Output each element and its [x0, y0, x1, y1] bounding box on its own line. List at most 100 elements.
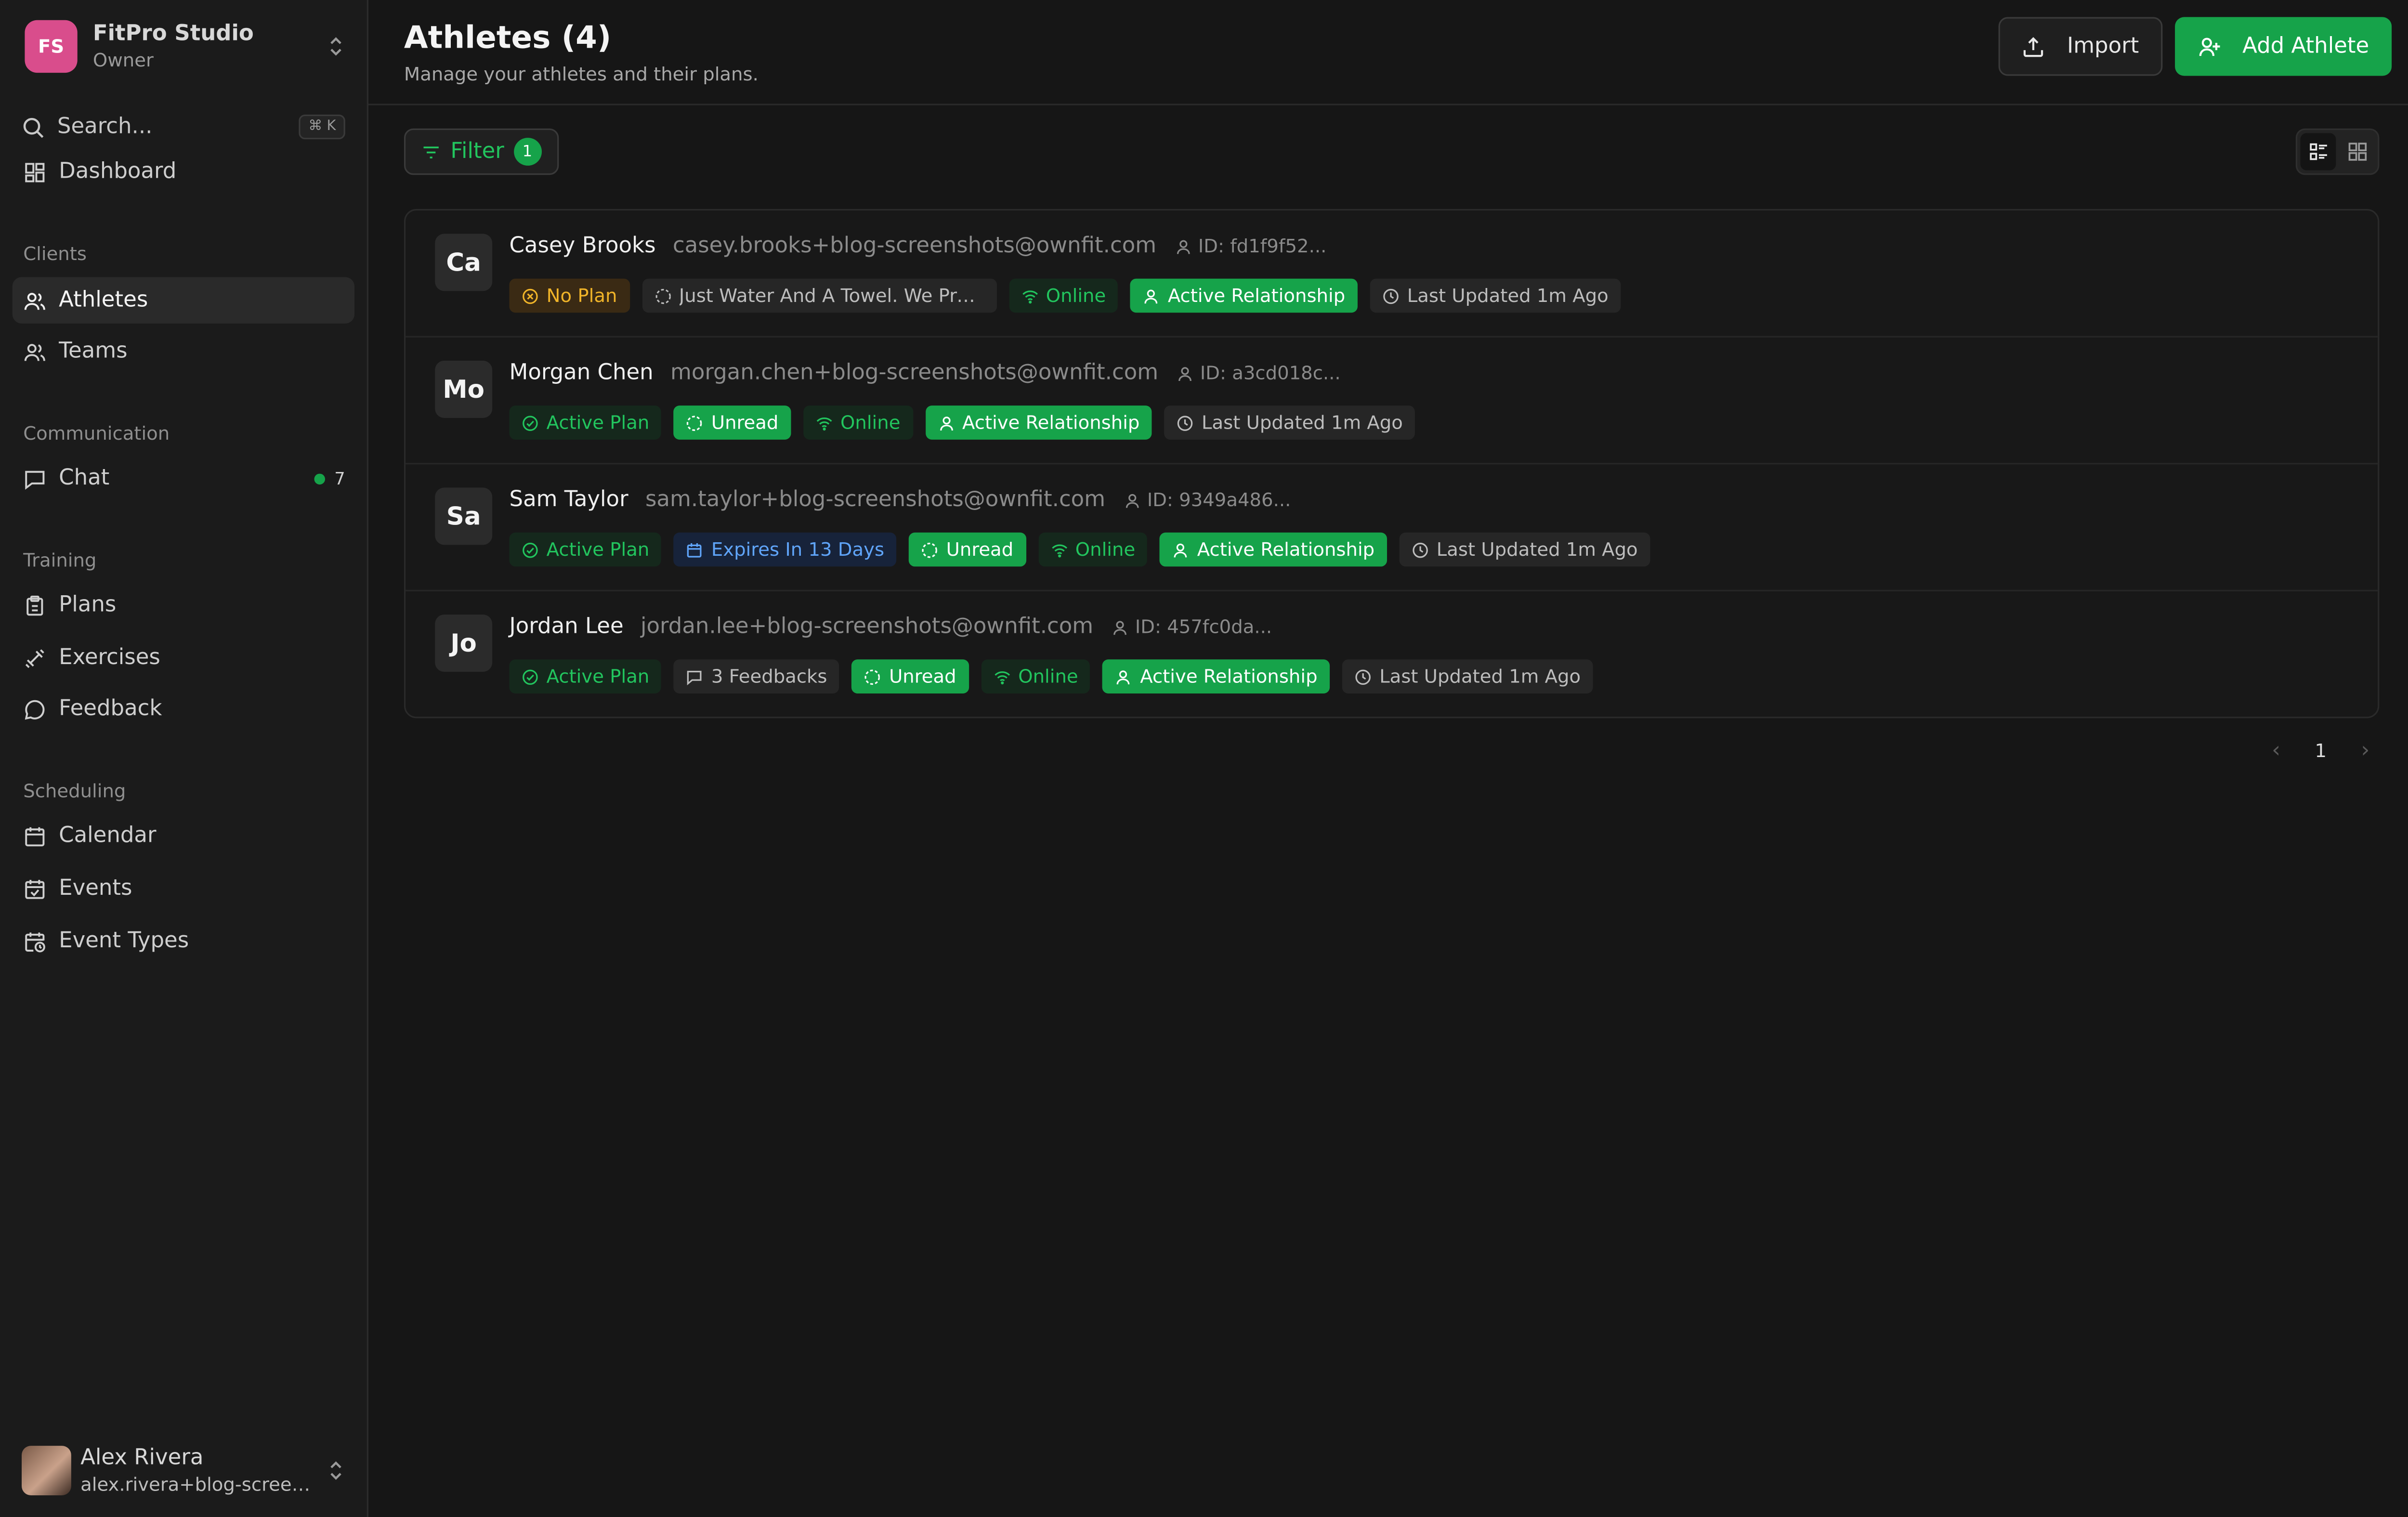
badge-text: Last Updated 1m Ago — [1407, 285, 1609, 307]
loader-circle-icon — [922, 542, 938, 557]
user-icon — [939, 416, 953, 430]
athlete-row[interactable]: Mo Morgan Chen morgan.chen+blog-screensh… — [406, 338, 2378, 465]
badge-text: Just Water And A Towel. We Pro... — [679, 285, 984, 307]
import-label: Import — [2067, 34, 2139, 59]
unread-badge: Unread — [851, 659, 969, 694]
sidebar-item-athletes[interactable]: Athletes — [12, 277, 355, 324]
pagination: ‹ 1 › — [2262, 738, 2379, 763]
active-plan-badge: Active Plan — [509, 659, 662, 694]
badge-text: Last Updated 1m Ago — [1379, 666, 1581, 688]
feedbacks-badge: 3 Feedbacks — [674, 659, 840, 694]
section-label-clients: Clients — [23, 243, 87, 265]
avatar — [22, 1446, 71, 1496]
sidebar-item-chat[interactable]: Chat 7 — [13, 455, 354, 501]
wifi-icon — [994, 670, 1010, 684]
grid-view-button[interactable] — [2339, 133, 2375, 170]
user-plus-icon — [2199, 37, 2220, 55]
badge-text: Active Relationship — [1140, 666, 1318, 688]
chevron-up-down-icon — [330, 37, 341, 56]
sidebar-item-teams[interactable]: Teams — [13, 328, 354, 374]
badge-text: Active Relationship — [1167, 285, 1346, 307]
online-badge: Online — [1038, 532, 1148, 567]
users-icon — [24, 343, 45, 360]
unread-badge: Unread — [674, 405, 791, 440]
athlete-email: jordan.lee+blog-screenshots@ownfit.com — [641, 615, 1094, 640]
page-title: Athletes (4) — [404, 18, 612, 56]
athlete-email: morgan.chen+blog-screenshots@ownfit.com — [670, 360, 1159, 386]
sidebar-item-events[interactable]: Events — [13, 865, 354, 912]
filter-button[interactable]: Filter 1 — [404, 128, 559, 175]
relationship-badge: Active Relationship — [1103, 659, 1330, 694]
list-view-button[interactable] — [2300, 133, 2336, 170]
athlete-email: sam.taylor+blog-screenshots@ownfit.com — [645, 487, 1106, 512]
athlete-list: Ca Casey Brooks casey.brooks+blog-screen… — [404, 209, 2380, 719]
sidebar-item-label: Athletes — [59, 288, 148, 313]
add-athlete-label: Add Athlete — [2242, 34, 2369, 59]
athlete-id-text: ID: fd1f9f52... — [1198, 235, 1327, 257]
main-content: Athletes (4) Manage your athletes and th… — [368, 0, 2408, 1517]
last-updated-badge: Last Updated 1m Ago — [1399, 532, 1650, 567]
athlete-id-text: ID: a3cd018c... — [1200, 362, 1341, 384]
search-shortcut: ⌘ K — [299, 114, 345, 140]
sidebar-item-calendar[interactable]: Calendar — [13, 813, 354, 859]
chevron-up-down-icon — [330, 1461, 341, 1480]
section-label-communication: Communication — [23, 422, 170, 445]
search-label: Search... — [57, 114, 153, 140]
badge-text: Online — [1018, 666, 1078, 688]
prev-page-button[interactable]: ‹ — [2262, 738, 2290, 763]
calendar-check-icon — [25, 879, 45, 899]
import-button[interactable]: Import — [1998, 17, 2163, 76]
user-icon — [1177, 239, 1190, 253]
badge-text: Active Relationship — [962, 412, 1140, 434]
search-button[interactable]: Search... ⌘ K — [22, 108, 345, 145]
org-role: Owner — [92, 49, 154, 71]
chat-icon — [25, 470, 45, 489]
calendar-icon — [25, 826, 45, 846]
sidebar-item-exercises[interactable]: Exercises — [13, 635, 354, 681]
sidebar-item-plans[interactable]: Plans — [13, 582, 354, 628]
athlete-initials: Jo — [435, 615, 493, 672]
user-name: Alex Rivera — [80, 1445, 204, 1470]
sidebar-item-feedback[interactable]: Feedback — [13, 686, 354, 732]
loader-circle-icon — [865, 668, 881, 684]
athlete-row[interactable]: Jo Jordan Lee jordan.lee+blog-screenshot… — [406, 591, 2378, 717]
current-page[interactable]: 1 — [2315, 740, 2327, 761]
athlete-initials: Ca — [435, 234, 493, 291]
add-athlete-button[interactable]: Add Athlete — [2175, 17, 2392, 76]
athlete-row[interactable]: Ca Casey Brooks casey.brooks+blog-screen… — [406, 210, 2378, 338]
sidebar-item-label: Calendar — [59, 824, 157, 849]
badge-text: No Plan — [546, 285, 617, 307]
sidebar-item-dashboard[interactable]: Dashboard — [13, 149, 354, 195]
clock-icon — [1178, 415, 1193, 431]
filter-count-badge: 1 — [513, 138, 541, 166]
calendar-icon — [688, 542, 702, 557]
page-subtitle: Manage your athletes and their plans. — [404, 63, 759, 85]
user-icon — [1117, 669, 1130, 684]
org-switcher[interactable]: FS FitPro Studio Owner — [25, 19, 345, 75]
badge-text: Unread — [711, 412, 779, 434]
user-menu[interactable]: Alex Rivera alex.rivera+blog-screenshots… — [22, 1443, 345, 1499]
chat-unread-badge: 7 — [314, 468, 345, 488]
list-view-icon — [2309, 143, 2327, 160]
wifi-icon — [1051, 543, 1067, 557]
last-updated-badge: Last Updated 1m Ago — [1342, 659, 1593, 694]
user-icon — [1178, 366, 1192, 380]
athlete-row[interactable]: Sa Sam Taylor sam.taylor+blog-screenshot… — [406, 464, 2378, 591]
athlete-id: ID: fd1f9f52... — [1175, 235, 1327, 257]
athlete-id: ID: a3cd018c... — [1177, 362, 1341, 384]
last-updated-badge: Last Updated 1m Ago — [1370, 278, 1621, 313]
athlete-id: ID: 457fc0da... — [1112, 616, 1272, 638]
loader-circle-icon — [687, 415, 703, 431]
active-plan-badge: Active Plan — [509, 532, 662, 567]
sidebar-item-event-types[interactable]: Event Types — [13, 918, 354, 964]
next-page-button[interactable]: › — [2352, 738, 2380, 763]
x-circle-icon — [523, 288, 538, 303]
no-plan-badge: No Plan — [509, 278, 630, 313]
last-updated-badge: Last Updated 1m Ago — [1164, 405, 1415, 440]
badge-text: Active Plan — [546, 538, 650, 561]
org-name: FitPro Studio — [92, 22, 254, 47]
sidebar-item-label: Teams — [59, 339, 128, 364]
athlete-name: Jordan Lee — [509, 615, 624, 640]
user-icon — [1113, 620, 1127, 634]
relationship-badge: Active Relationship — [925, 405, 1152, 440]
